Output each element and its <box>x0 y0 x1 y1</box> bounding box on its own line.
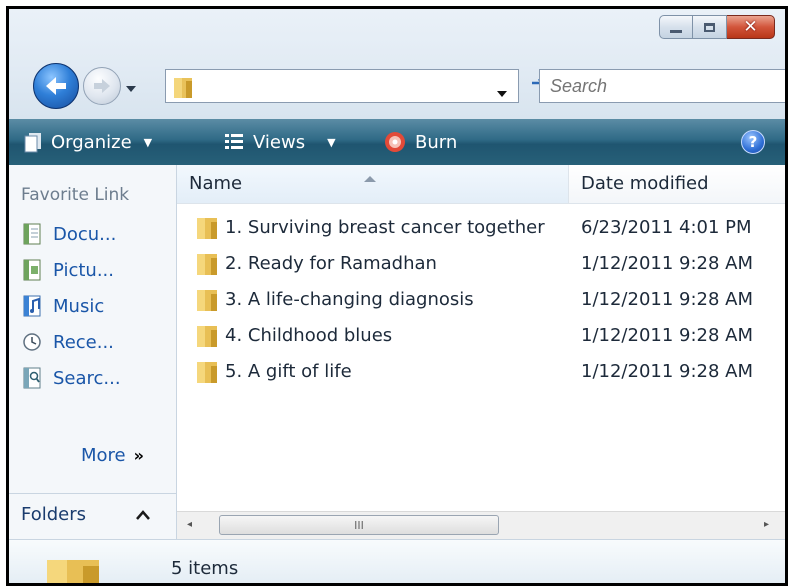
chevron-down-icon: ▼ <box>327 135 336 149</box>
folder-icon <box>195 287 219 317</box>
file-date: 1/12/2011 9:28 AM <box>581 325 754 346</box>
file-name: 1. Surviving breast cancer together <box>225 217 545 238</box>
scroll-left-button[interactable]: ◂ <box>187 519 192 530</box>
file-name: 4. Childhood blues <box>225 325 393 346</box>
caption-buttons: ✕ <box>659 15 775 39</box>
folder-icon <box>172 75 194 103</box>
file-name: 5. A gift of life <box>225 361 352 382</box>
help-button[interactable]: ? <box>741 130 765 154</box>
folder-icon <box>195 323 219 353</box>
file-date: 1/12/2011 9:28 AM <box>581 253 754 274</box>
favorite-link-pictures[interactable]: Pictu... <box>21 255 114 285</box>
file-row[interactable]: 2. Ready for Ramadhan 1/12/2011 9:28 AM <box>177 247 785 281</box>
file-row[interactable]: 5. A gift of life 1/12/2011 9:28 AM <box>177 355 785 389</box>
address-dropdown[interactable] <box>496 83 508 102</box>
chevron-down-icon: ▼ <box>143 135 153 149</box>
close-button[interactable]: ✕ <box>727 15 775 39</box>
forward-arrow-icon <box>94 79 110 93</box>
close-icon: ✕ <box>743 16 758 37</box>
recent-pages-dropdown[interactable] <box>125 79 137 98</box>
file-name: 3. A life-changing diagnosis <box>225 289 474 310</box>
file-date: 1/12/2011 9:28 AM <box>581 289 754 310</box>
searches-icon <box>23 367 41 389</box>
more-links-button[interactable]: More » <box>81 445 144 466</box>
double-chevron-right-icon: » <box>133 446 144 465</box>
favorite-link-label: Pictu... <box>53 259 114 281</box>
back-button[interactable] <box>33 63 79 109</box>
back-arrow-icon <box>46 77 66 95</box>
chevron-down-icon <box>497 91 507 97</box>
sort-ascending-icon <box>363 167 377 188</box>
folder-icon <box>195 359 219 389</box>
column-headers: Name Date modified <box>177 165 785 204</box>
favorite-links-heading: Favorite Link <box>21 185 130 205</box>
maximize-icon <box>704 22 715 32</box>
views-label: Views <box>253 131 306 153</box>
item-count: 5 items <box>171 558 239 579</box>
organize-button[interactable]: Organize ▼ <box>23 119 152 165</box>
favorite-link-label: Music <box>53 295 105 317</box>
horizontal-scrollbar[interactable]: ◂ III ▸ <box>177 511 785 540</box>
search-box[interactable] <box>539 69 785 103</box>
file-row[interactable]: 1. Surviving breast cancer together 6/23… <box>177 211 785 245</box>
file-row[interactable]: 4. Childhood blues 1/12/2011 9:28 AM <box>177 319 785 353</box>
organize-label: Organize <box>51 131 132 153</box>
name-column-label: Name <box>189 173 243 194</box>
details-pane: 5 items <box>9 539 785 583</box>
pictures-icon <box>23 259 41 281</box>
folder-icon <box>43 554 103 583</box>
file-row[interactable]: 3. A life-changing diagnosis 1/12/2011 9… <box>177 283 785 317</box>
documents-icon <box>23 223 41 245</box>
scrollbar-grip: III <box>354 518 364 532</box>
command-bar: Organize ▼ Views ▼ Burn ? <box>9 119 785 165</box>
music-icon <box>23 295 41 317</box>
views-icon <box>225 134 243 149</box>
maximize-button[interactable] <box>693 15 727 39</box>
favorite-link-label: Searc... <box>53 367 121 389</box>
chevron-up-icon <box>135 506 151 525</box>
favorite-link-documents[interactable]: Docu... <box>21 219 116 249</box>
help-icon: ? <box>748 133 758 151</box>
address-bar[interactable] <box>165 69 519 103</box>
more-label: More <box>81 445 126 466</box>
date-modified-column-header[interactable]: Date modified <box>581 173 709 194</box>
burn-label: Burn <box>415 131 458 153</box>
burn-disc-icon <box>385 132 405 152</box>
burn-button[interactable]: Burn <box>383 119 457 165</box>
folders-label: Folders <box>21 504 87 525</box>
organize-icon <box>24 133 41 153</box>
title-bar: ✕ <box>9 9 785 119</box>
file-date: 6/23/2011 4:01 PM <box>581 217 752 238</box>
file-name: 2. Ready for Ramadhan <box>225 253 437 274</box>
minimize-button[interactable] <box>659 15 693 39</box>
navigation-pane: Favorite Link Docu... Pictu... Music Rec… <box>9 165 177 521</box>
folder-icon <box>195 251 219 281</box>
views-button[interactable]: Views ▼ <box>223 119 336 165</box>
favorite-link-recent[interactable]: Rece... <box>21 327 114 357</box>
file-list: Name Date modified 1. Surviving breast c… <box>177 165 785 511</box>
name-column-header[interactable]: Name <box>177 165 569 203</box>
favorite-link-music[interactable]: Music <box>21 291 104 321</box>
scroll-right-button[interactable]: ▸ <box>764 519 769 530</box>
chevron-down-icon <box>126 86 136 92</box>
recent-icon <box>23 333 41 351</box>
favorite-link-label: Docu... <box>53 223 117 245</box>
date-column-label: Date modified <box>581 173 709 194</box>
favorite-link-searches[interactable]: Searc... <box>21 363 121 393</box>
file-date: 1/12/2011 9:28 AM <box>581 361 754 382</box>
explorer-window: ✕ Search Organize ▼ Views ▼ Burn ? Favor… <box>6 6 788 586</box>
search-input[interactable] <box>539 69 785 103</box>
scrollbar-thumb[interactable]: III <box>219 515 499 535</box>
favorite-link-label: Rece... <box>53 331 114 353</box>
forward-button[interactable] <box>83 67 121 105</box>
folder-icon <box>195 215 219 245</box>
minimize-icon <box>670 29 682 33</box>
